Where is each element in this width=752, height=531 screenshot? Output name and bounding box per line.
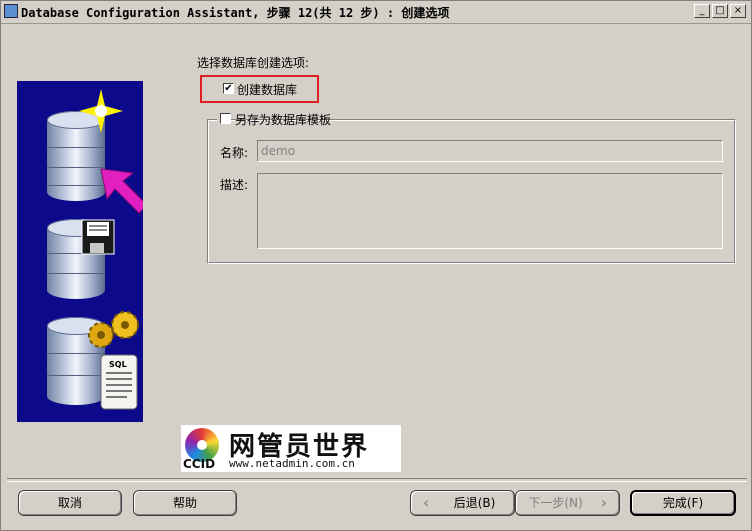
title-bar: Database Configuration Assistant, 步骤 12(… [1, 1, 751, 24]
template-name-field[interactable]: demo [257, 140, 723, 162]
svg-text:SQL: SQL [109, 360, 127, 369]
name-label: 名称: [220, 146, 249, 160]
button-separator [7, 478, 747, 482]
maximize-button[interactable]: □ [712, 4, 728, 18]
back-button[interactable]: ‹ 后退(B) [410, 490, 515, 516]
create-database-checkbox[interactable]: ✔ [223, 83, 234, 94]
help-button[interactable]: 帮助 [133, 490, 237, 516]
close-button[interactable]: × [730, 4, 746, 18]
sql-script-icon: SQL [100, 354, 138, 410]
sparkle-icon [79, 89, 123, 133]
window-title: Database Configuration Assistant, 步骤 12(… [21, 6, 450, 20]
template-description-field[interactable] [257, 173, 723, 249]
back-button-label: 后退(B) [453, 496, 496, 510]
next-button[interactable]: 下一步(N) › [515, 490, 620, 516]
pointer-arrow-icon [100, 168, 143, 214]
watermark-url: www.netadmin.com.cn [229, 457, 355, 470]
chevron-right-icon: › [600, 493, 607, 512]
create-database-label[interactable]: 创建数据库 [237, 81, 297, 98]
finish-button[interactable]: 完成(F) [630, 490, 736, 516]
wizard-side-image: SQL [17, 81, 143, 422]
options-heading: 选择数据库创建选项: [197, 56, 310, 70]
minimize-button[interactable]: _ [694, 4, 710, 18]
cancel-button[interactable]: 取消 [18, 490, 122, 516]
save-template-legend: 另存为数据库模板 [217, 111, 331, 127]
next-button-label: 下一步(N) [528, 496, 583, 510]
gears-icon [88, 311, 139, 348]
watermark-brand: CCID [183, 457, 216, 471]
description-label: 描述: [220, 178, 249, 192]
ccid-watermark: 网管员世界 CCID www.netadmin.com.cn [181, 425, 401, 472]
save-as-template-label[interactable]: 另存为数据库模板 [235, 111, 331, 128]
chevron-left-icon: ‹ [423, 493, 430, 512]
dbca-window: Database Configuration Assistant, 步骤 12(… [0, 0, 752, 531]
floppy-disk-icon [81, 219, 115, 255]
save-as-template-checkbox[interactable] [220, 113, 231, 124]
app-icon [4, 4, 18, 18]
